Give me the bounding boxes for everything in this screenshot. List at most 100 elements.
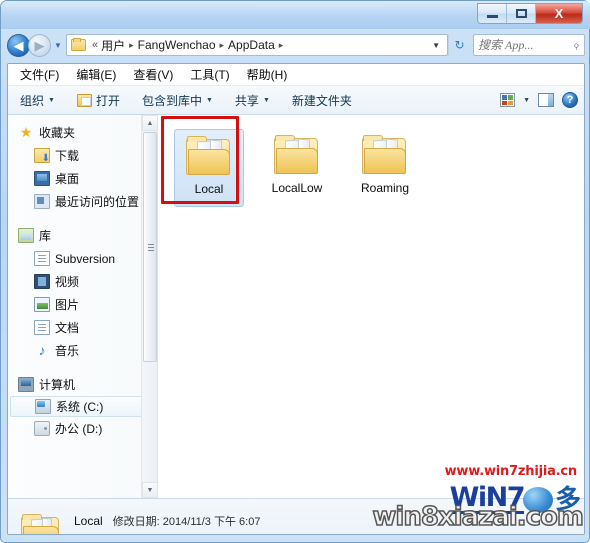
file-item-local[interactable]: Local: [174, 129, 244, 207]
open-button[interactable]: 打开: [76, 92, 120, 109]
chevron-down-icon: ▼: [48, 96, 55, 104]
breadcrumb-item-appdata[interactable]: AppData: [228, 38, 275, 52]
file-item-label: Roaming: [360, 181, 410, 195]
sidebar-item-subversion[interactable]: Subversion: [8, 247, 157, 270]
sidebar-item-label: 最近访问的位置: [55, 195, 140, 209]
chevron-down-icon: ▼: [262, 96, 270, 104]
scroll-down-button[interactable]: ▼: [142, 482, 157, 498]
chevron-down-icon: ▼: [54, 40, 62, 50]
menu-item-view[interactable]: 查看(V): [133, 66, 173, 83]
sidebar-item-label: 视频: [55, 275, 80, 289]
sidebar-item-drive-d[interactable]: 办公 (D:): [8, 417, 157, 440]
file-item-roaming[interactable]: Roaming: [350, 129, 420, 207]
include-label: 包含到库中: [141, 93, 202, 108]
sidebar-group-label: 计算机: [39, 378, 76, 392]
search-input[interactable]: [478, 37, 574, 53]
close-button[interactable]: X: [536, 4, 582, 23]
refresh-icon: ↻: [454, 38, 465, 52]
music-icon: ♪: [38, 342, 46, 358]
sidebar-item-label: 办公 (D:): [55, 422, 103, 436]
sidebar-item-documents[interactable]: 文档: [8, 316, 157, 339]
menu-item-file[interactable]: 文件(F): [20, 66, 59, 83]
refresh-button[interactable]: ↻: [448, 34, 470, 56]
sidebar-item-music[interactable]: ♪ 音乐: [8, 339, 157, 362]
address-bar-row: ◀ ▶ ▼ « 用户 ▸ FangWenchao ▸ AppData ▸ ▼ ↻…: [7, 32, 585, 58]
file-item-label: LocalLow: [271, 181, 323, 195]
scrollbar-thumb[interactable]: [143, 132, 157, 362]
organize-button[interactable]: 组织 ▼: [20, 92, 55, 109]
picture-icon: [34, 297, 50, 312]
menu-item-help[interactable]: 帮助(H): [247, 66, 288, 83]
folder-icon: [272, 134, 322, 176]
folder-icon: [71, 38, 86, 51]
search-box[interactable]: ⌕: [473, 34, 585, 56]
history-dropdown-button[interactable]: ▼: [51, 41, 65, 50]
change-view-icon[interactable]: [500, 93, 516, 107]
preview-pane-icon[interactable]: [538, 93, 554, 107]
watermark-url: www.win7zhijia.cn: [444, 464, 578, 479]
sidebar-item-label: 系统 (C:): [56, 400, 104, 414]
back-button[interactable]: ◀: [7, 33, 30, 57]
drive-system-icon: [35, 399, 51, 414]
forward-button[interactable]: ▶: [28, 33, 51, 57]
sidebar-group-libraries[interactable]: 库: [8, 224, 157, 247]
help-icon[interactable]: ?: [562, 92, 578, 108]
sidebar-group-computer[interactable]: 计算机: [8, 373, 157, 396]
breadcrumb-separator-icon[interactable]: ▸: [125, 40, 138, 51]
forward-arrow-icon: ▶: [34, 37, 45, 53]
file-grid: Local LocalLow Roaming: [174, 129, 584, 207]
breadcrumb-overflow-icon[interactable]: «: [89, 39, 101, 51]
sidebar-group-favorites[interactable]: ★ 收藏夹: [8, 121, 157, 144]
navigation-pane: ★ 收藏夹 下载 桌面 最近访问的位置: [8, 115, 158, 498]
address-dropdown-icon[interactable]: ▼: [427, 41, 445, 50]
star-icon: ★: [19, 124, 33, 140]
document-icon: [34, 251, 50, 266]
maximize-icon: [515, 9, 527, 18]
library-icon: [18, 228, 34, 243]
new-folder-button[interactable]: 新建文件夹: [292, 92, 352, 109]
open-label: 打开: [95, 93, 120, 108]
download-icon: [34, 148, 50, 164]
sidebar-item-drive-c[interactable]: 系统 (C:): [10, 396, 153, 417]
chevron-up-icon: ▲: [146, 119, 154, 127]
breadcrumb-item-users[interactable]: 用户: [101, 37, 125, 54]
scroll-up-button[interactable]: ▲: [142, 115, 157, 131]
open-folder-icon: [76, 93, 92, 107]
menu-item-edit[interactable]: 编辑(E): [76, 66, 116, 83]
details-modified-date: 修改日期: 2014/11/3 下午 6:07: [112, 516, 261, 528]
file-list-pane[interactable]: Local LocalLow Roaming: [158, 115, 584, 498]
window-controls: X: [477, 3, 583, 24]
sidebar-item-label: 音乐: [55, 344, 80, 358]
sidebar-item-videos[interactable]: 视频: [8, 270, 157, 293]
folder-icon: [20, 513, 62, 534]
toolbar-right-group: ▼ ?: [500, 92, 578, 108]
file-item-locallow[interactable]: LocalLow: [262, 129, 332, 207]
breadcrumb[interactable]: « 用户 ▸ FangWenchao ▸ AppData ▸ ▼: [66, 34, 448, 56]
sidebar-item-pictures[interactable]: 图片: [8, 293, 157, 316]
menu-item-tools[interactable]: 工具(T): [190, 66, 229, 83]
organize-label: 组织: [20, 93, 45, 108]
include-in-library-button[interactable]: 包含到库中 ▼: [142, 92, 213, 109]
breadcrumb-separator-icon[interactable]: ▸: [216, 40, 229, 51]
navigation-scrollbar[interactable]: ▲ ▼: [141, 115, 157, 498]
sidebar-item-downloads[interactable]: 下载: [8, 144, 157, 167]
sidebar-item-desktop[interactable]: 桌面: [8, 167, 157, 190]
back-arrow-icon: ◀: [13, 37, 24, 53]
share-button[interactable]: 共享 ▼: [235, 92, 270, 109]
close-icon: X: [554, 6, 564, 21]
minimize-button[interactable]: [478, 4, 507, 23]
video-icon: [34, 274, 50, 289]
sidebar-item-label: Subversion: [55, 251, 116, 266]
breadcrumb-item-fangwenchao[interactable]: FangWenchao: [138, 38, 216, 52]
chevron-down-icon[interactable]: ▼: [523, 97, 530, 104]
new-folder-label: 新建文件夹: [291, 93, 352, 108]
breadcrumb-separator-icon[interactable]: ▸: [275, 40, 288, 51]
minimize-icon: [486, 15, 498, 18]
watermark-bottom: win8xiazai.com: [372, 502, 585, 532]
sidebar-item-recent-places[interactable]: 最近访问的位置: [8, 190, 157, 213]
command-toolbar: 组织 ▼ 打开 包含到库中 ▼ 共享 ▼ 新建文件夹 ▼ ?: [8, 86, 584, 115]
file-item-label: Local: [194, 182, 224, 196]
maximize-button[interactable]: [507, 4, 536, 23]
navigation-tree: ★ 收藏夹 下载 桌面 最近访问的位置: [8, 115, 157, 440]
